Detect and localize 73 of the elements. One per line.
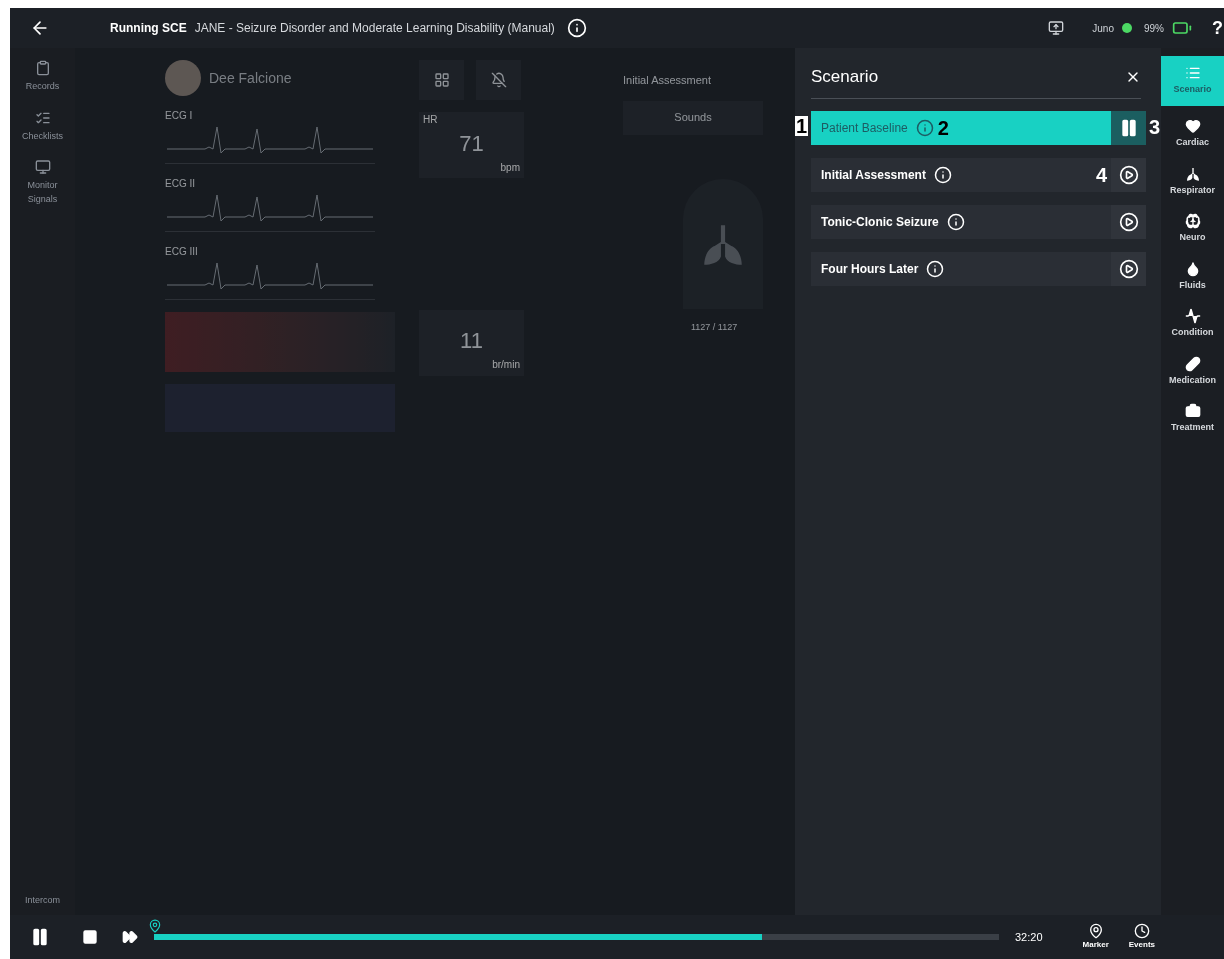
- clipboard-icon: [34, 60, 51, 76]
- events-button[interactable]: Events: [1128, 923, 1155, 951]
- callout-number: 2: [937, 117, 949, 138]
- layout-icon: [433, 72, 450, 88]
- sidebar-tab[interactable]: Fluids: [1161, 256, 1224, 296]
- vital-unit: br/min: [492, 358, 520, 372]
- pill-icon: [1184, 355, 1201, 372]
- vital-value: 11: [460, 327, 483, 355]
- clock-icon: [1133, 923, 1150, 939]
- avatar: [165, 60, 201, 96]
- elapsed-time: 32:20: [1015, 929, 1043, 945]
- state-name: Initial Assessment: [820, 166, 926, 184]
- help-button[interactable]: ?: [1212, 14, 1224, 42]
- callout-number: 3: [1148, 116, 1160, 137]
- ecg-label: ECG I: [165, 109, 194, 123]
- state-name: Patient Baseline: [820, 119, 908, 137]
- counter: 1127 / 1127: [691, 320, 738, 334]
- fast-forward-icon[interactable]: [122, 929, 138, 945]
- scenario-state-row[interactable]: Four Hours Later: [811, 251, 1146, 286]
- brain-icon: [1184, 213, 1201, 229]
- sidebar-tab[interactable]: Cardiac: [1161, 114, 1224, 154]
- play-icon: [1118, 258, 1139, 279]
- panel-title: Scenario: [811, 66, 879, 88]
- mute-alarm-button[interactable]: [476, 60, 521, 100]
- play-button[interactable]: [1111, 204, 1146, 239]
- rail-item[interactable]: Checklists: [12, 109, 73, 143]
- play-button[interactable]: [1111, 251, 1146, 286]
- kit-icon: [1184, 403, 1201, 419]
- start-pin-icon: [148, 919, 162, 933]
- pin-icon: [1087, 923, 1104, 939]
- sidebar-tab[interactable]: Condition: [1161, 304, 1224, 344]
- current-state: Initial Assessment: [623, 73, 712, 88]
- intercom-button[interactable]: Intercom: [25, 893, 60, 907]
- sounds-button[interactable]: Sounds: [623, 100, 763, 135]
- play-icon: [1118, 211, 1139, 232]
- sidebar-tab[interactable]: Respirator: [1161, 161, 1224, 201]
- ecg-label: ECG II: [165, 177, 196, 191]
- sidebar-tab[interactable]: Treatment: [1161, 399, 1224, 439]
- mute-icon: [490, 72, 507, 88]
- marker-button[interactable]: Marker: [1082, 923, 1109, 951]
- vital-label: HR: [423, 113, 438, 127]
- screen-share-icon[interactable]: [1048, 20, 1065, 36]
- device-name: Juno: [1092, 21, 1114, 36]
- state-name: Four Hours Later: [820, 260, 919, 278]
- state-name: Tonic-Clonic Seizure: [820, 213, 939, 231]
- callout-number: 1: [795, 115, 809, 136]
- callout-number: 4: [1095, 164, 1107, 185]
- pulse-icon: [1184, 308, 1201, 324]
- pause-icon[interactable]: [30, 927, 50, 947]
- patient-name: Dee Falcione: [209, 68, 292, 88]
- scenario-title: JANE - Seizure Disorder and Moderate Learning Disability (Manual): [194, 20, 555, 37]
- play-button[interactable]: [1111, 157, 1146, 192]
- battery-level: 99%: [1144, 21, 1164, 36]
- monitor-icon: [34, 159, 51, 175]
- scenario-state-row[interactable]: Initial Assessment 4: [811, 157, 1146, 192]
- run-status: Running SCE: [110, 20, 187, 37]
- sidebar-tab[interactable]: Scenario: [1161, 56, 1224, 106]
- scenario-state-row[interactable]: Tonic-Clonic Seizure: [811, 204, 1146, 239]
- stop-icon[interactable]: [82, 929, 98, 945]
- timeline-track[interactable]: [154, 934, 999, 940]
- heart-icon: [1184, 118, 1201, 134]
- ecg-label: ECG III: [165, 245, 199, 259]
- layout-button[interactable]: [419, 60, 464, 100]
- sidebar-tab[interactable]: Neuro: [1161, 209, 1224, 249]
- sidebar-tab[interactable]: Medication: [1161, 351, 1224, 391]
- lungs-icon: [1184, 165, 1201, 182]
- vital-value: 71: [459, 130, 484, 158]
- scenario-state-row[interactable]: Patient Baseline 2: [811, 110, 1146, 145]
- rail-item[interactable]: Records: [12, 60, 73, 94]
- vital-unit: bpm: [500, 161, 520, 175]
- pause-button[interactable]: [1111, 110, 1146, 145]
- rail-item[interactable]: Monitor Signals: [12, 159, 73, 206]
- play-icon: [1118, 164, 1139, 185]
